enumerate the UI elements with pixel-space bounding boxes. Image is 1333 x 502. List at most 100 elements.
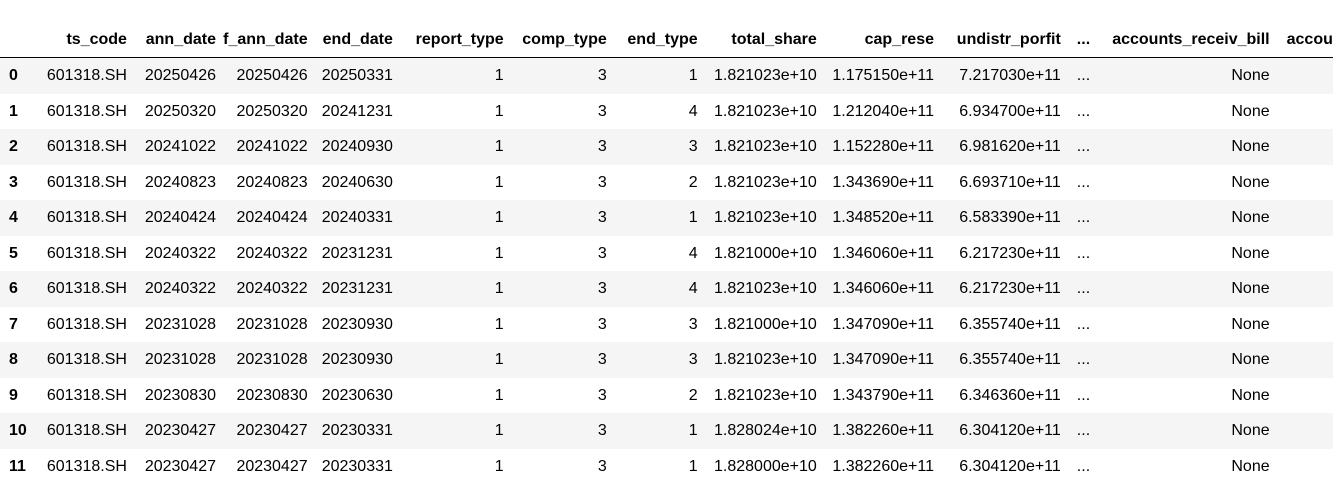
cell-end-type: 4 <box>688 102 698 120</box>
cell-end-type: 2 <box>688 173 698 191</box>
row-index: 8 <box>9 351 18 368</box>
cell-undistr-porfit: 6.355740e+11 <box>959 315 1061 333</box>
cell-end-type: 1 <box>688 457 698 475</box>
row-index: 10 <box>9 422 27 439</box>
cell-ann-date: 20230427 <box>144 457 216 475</box>
table-row: 4 601318.SH 20240424 20240424 20240331 1… <box>0 200 1333 236</box>
cell-f-ann-date: 20241022 <box>236 138 308 155</box>
row-index: 7 <box>9 315 18 333</box>
cell-end-type: 2 <box>688 386 698 404</box>
cell-undistr-porfit: 7.217030e+11 <box>959 67 1061 84</box>
cell-accounts-receiv-bill: None <box>1231 67 1270 84</box>
cell-total-share: 1.821023e+10 <box>714 351 817 368</box>
column-header-ann-date: ann_date <box>126 22 216 58</box>
index-header <box>0 22 30 58</box>
cell-cap-rese: 1.346060e+11 <box>832 244 934 262</box>
table-row: 8 601318.SH 20231028 20231028 20230930 1… <box>0 342 1333 378</box>
cell-ellipsis: ... <box>1076 138 1091 155</box>
cell-end-type: 3 <box>688 351 698 368</box>
cell-total-share: 1.821023e+10 <box>714 386 817 404</box>
cell-cap-rese: 1.343790e+11 <box>832 386 934 404</box>
cell-total-share: 1.821000e+10 <box>714 244 817 262</box>
cell-ann-date: 20231028 <box>144 351 216 368</box>
cell-ts-code: 601318.SH <box>46 351 127 368</box>
cell-accounts-receiv-bill: None <box>1231 386 1270 404</box>
cell-end-date: 20240331 <box>321 209 393 226</box>
cell-total-share: 1.828024e+10 <box>714 422 817 439</box>
cell-ann-date: 20250426 <box>144 67 216 84</box>
cell-report-type: 1 <box>494 244 504 262</box>
cell-total-share: 1.821023e+10 <box>714 102 817 120</box>
cell-truncated <box>1270 378 1333 414</box>
cell-ellipsis: ... <box>1076 209 1091 226</box>
cell-cap-rese: 1.343690e+11 <box>832 173 934 191</box>
cell-ann-date: 20241022 <box>144 138 216 155</box>
cell-comp-type: 3 <box>597 386 607 404</box>
row-index: 5 <box>9 244 18 262</box>
table-row: 10 601318.SH 20230427 20230427 20230331 … <box>0 413 1333 449</box>
cell-comp-type: 3 <box>597 102 607 120</box>
cell-comp-type: 3 <box>597 138 607 155</box>
cell-total-share: 1.821023e+10 <box>714 173 817 191</box>
column-header-undistr-porfit: undistr_porfit <box>933 22 1061 58</box>
cell-cap-rese: 1.347090e+11 <box>832 351 934 368</box>
cell-undistr-porfit: 6.934700e+11 <box>959 102 1061 120</box>
cell-end-date: 20230930 <box>321 315 393 333</box>
cell-f-ann-date: 20250320 <box>236 102 308 120</box>
cell-end-date: 20230331 <box>321 457 393 475</box>
column-header-accounts-receiv-bill: accounts_receiv_bill <box>1090 22 1270 58</box>
cell-f-ann-date: 20240424 <box>236 209 308 226</box>
column-header-total-share: total_share <box>697 22 817 58</box>
cell-truncated <box>1270 58 1333 94</box>
cell-ellipsis: ... <box>1076 386 1091 404</box>
cell-total-share: 1.821023e+10 <box>714 280 817 297</box>
cell-end-type: 3 <box>688 138 698 155</box>
cell-report-type: 1 <box>494 457 504 475</box>
cell-f-ann-date: 20230427 <box>236 422 308 439</box>
cell-comp-type: 3 <box>597 457 607 475</box>
dataframe-table: ts_code ann_date f_ann_date end_date rep… <box>0 22 1333 484</box>
cell-comp-type: 3 <box>597 209 607 226</box>
cell-undistr-porfit: 6.217230e+11 <box>959 244 1061 262</box>
cell-total-share: 1.821023e+10 <box>714 138 817 155</box>
cell-accounts-receiv-bill: None <box>1231 351 1270 368</box>
cell-comp-type: 3 <box>597 280 607 297</box>
column-header-cap-rese: cap_rese <box>816 22 934 58</box>
cell-report-type: 1 <box>494 173 504 191</box>
cell-cap-rese: 1.346060e+11 <box>832 280 934 297</box>
table-row: 1 601318.SH 20250320 20250320 20241231 1… <box>0 93 1333 129</box>
cell-end-date: 20230331 <box>321 422 393 439</box>
cell-ts-code: 601318.SH <box>46 315 127 333</box>
cell-ann-date: 20250320 <box>144 102 216 120</box>
cell-ellipsis: ... <box>1076 244 1091 262</box>
cell-truncated <box>1270 200 1333 236</box>
cell-accounts-receiv-bill: None <box>1231 209 1270 226</box>
cell-cap-rese: 1.152280e+11 <box>832 138 934 155</box>
column-header-f-ann-date: f_ann_date <box>216 22 308 58</box>
column-header-end-type: end_type <box>606 22 698 58</box>
cell-end-date: 20250331 <box>321 67 393 84</box>
cell-accounts-receiv-bill: None <box>1231 422 1270 439</box>
cell-f-ann-date: 20230830 <box>236 386 308 404</box>
cell-end-date: 20231231 <box>321 280 393 297</box>
row-index: 0 <box>9 67 18 84</box>
row-index: 1 <box>9 102 18 120</box>
cell-f-ann-date: 20231028 <box>236 351 308 368</box>
cell-undistr-porfit: 6.304120e+11 <box>959 457 1061 475</box>
cell-truncated <box>1270 342 1333 378</box>
cell-end-date: 20231231 <box>321 244 393 262</box>
cell-ann-date: 20240322 <box>144 244 216 262</box>
cell-total-share: 1.821023e+10 <box>714 67 817 84</box>
cell-accounts-receiv-bill: None <box>1231 244 1270 262</box>
row-index: 4 <box>9 209 18 226</box>
cell-cap-rese: 1.382260e+11 <box>832 422 934 439</box>
cell-f-ann-date: 20230427 <box>236 457 308 475</box>
row-index: 11 <box>9 457 26 475</box>
cell-ts-code: 601318.SH <box>46 244 127 262</box>
column-header-ts-code: ts_code <box>29 22 127 58</box>
cell-f-ann-date: 20240322 <box>236 244 308 262</box>
cell-comp-type: 3 <box>597 67 607 84</box>
table-row: 2 601318.SH 20241022 20241022 20240930 1… <box>0 129 1333 165</box>
cell-end-date: 20230930 <box>321 351 393 368</box>
cell-f-ann-date: 20240322 <box>236 280 308 297</box>
